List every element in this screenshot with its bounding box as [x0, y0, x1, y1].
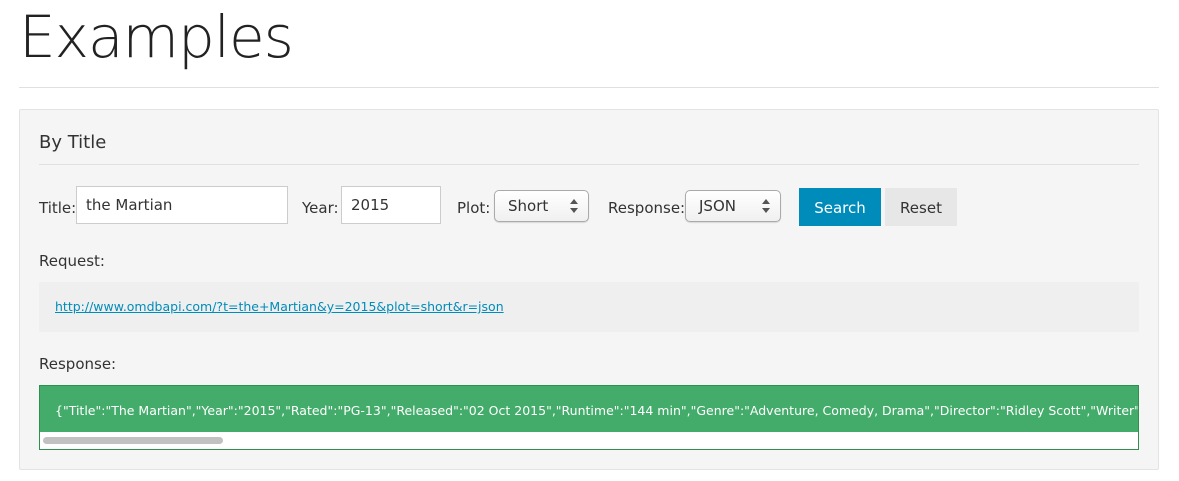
- page-title: Examples: [19, 3, 294, 71]
- search-button[interactable]: Search: [799, 188, 881, 226]
- year-label: Year:: [302, 199, 339, 217]
- scrollbar-thumb[interactable]: [43, 437, 223, 444]
- panel-heading: By Title: [39, 132, 107, 153]
- year-input[interactable]: [341, 186, 441, 224]
- response-format-select-value: JSON: [699, 197, 736, 215]
- by-title-panel: By Title Title: Year: Plot: Short Respon…: [19, 109, 1159, 470]
- response-body: {"Title":"The Martian","Year":"2015","Ra…: [55, 403, 1139, 418]
- horizontal-scrollbar[interactable]: [40, 432, 1138, 449]
- plot-select-value: Short: [508, 197, 549, 215]
- response-box: {"Title":"The Martian","Year":"2015","Ra…: [39, 385, 1139, 450]
- title-label: Title:: [39, 199, 77, 217]
- plot-select[interactable]: Short: [494, 190, 589, 222]
- response-format-select[interactable]: JSON: [685, 190, 781, 222]
- updown-arrows-icon: [762, 199, 770, 213]
- request-box: http://www.omdbapi.com/?t=the+Martian&y=…: [39, 282, 1139, 332]
- panel-divider: [39, 164, 1139, 165]
- response-format-label: Response:: [608, 199, 686, 217]
- page: Examples By Title Title: Year: Plot: Sho…: [0, 0, 1179, 481]
- request-url-link[interactable]: http://www.omdbapi.com/?t=the+Martian&y=…: [55, 299, 504, 314]
- updown-arrows-icon: [570, 199, 578, 213]
- response-label: Response:: [39, 355, 117, 373]
- plot-label: Plot:: [457, 199, 491, 217]
- title-input[interactable]: [76, 186, 288, 224]
- reset-button[interactable]: Reset: [885, 188, 957, 226]
- request-label: Request:: [39, 252, 105, 270]
- title-divider: [19, 87, 1159, 88]
